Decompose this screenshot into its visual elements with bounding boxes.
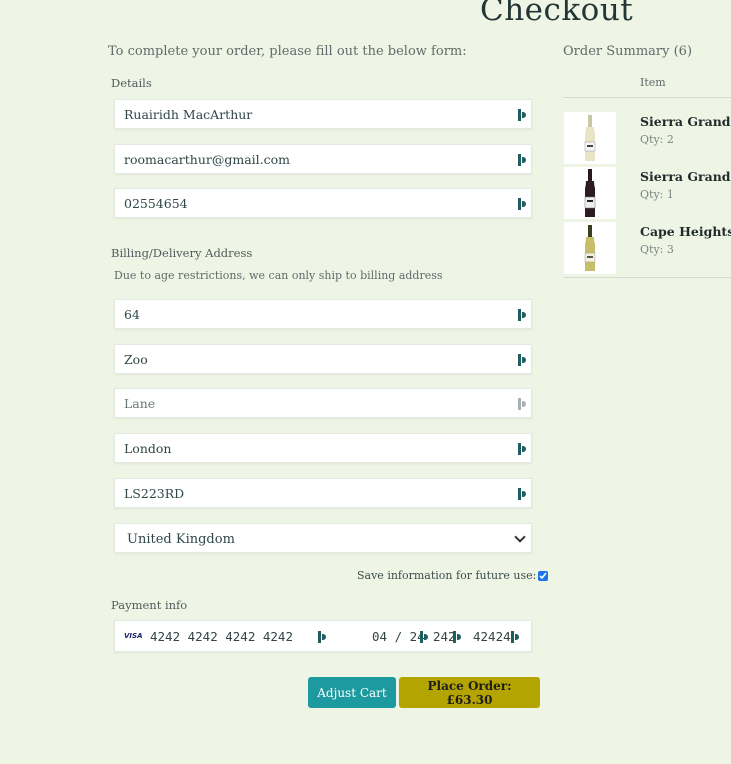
password-manager-icon[interactable] <box>453 631 462 643</box>
product-thumbnail[interactable] <box>564 222 616 274</box>
order-summary-title: Order Summary (6) <box>563 44 693 59</box>
save-info-label: Save information for future use: <box>357 569 537 582</box>
form-intro: To complete your order, please fill out … <box>108 44 467 59</box>
visa-card-icon: VISA <box>124 632 143 640</box>
payment-label: Payment info <box>111 598 188 612</box>
password-manager-icon[interactable] <box>518 488 527 500</box>
street-address-1-field[interactable] <box>114 299 532 329</box>
red-wine-bottle-icon <box>584 169 596 217</box>
city-input[interactable] <box>124 434 504 462</box>
password-manager-icon[interactable] <box>518 398 527 410</box>
summary-divider-top <box>563 97 731 98</box>
product-thumbnail[interactable] <box>564 167 616 219</box>
email-field[interactable] <box>114 144 532 174</box>
place-order-button[interactable]: Place Order: £63.30 <box>399 677 540 708</box>
street-address-1-input[interactable] <box>124 300 504 328</box>
street-address-2-field[interactable] <box>114 344 532 374</box>
password-manager-icon[interactable] <box>318 631 327 643</box>
country-select-field[interactable]: United Kingdom <box>114 523 532 553</box>
password-manager-icon[interactable] <box>518 154 527 166</box>
save-info-row[interactable]: Save information for future use: <box>357 569 549 582</box>
password-manager-icon[interactable] <box>518 309 527 321</box>
address-note: Due to age restrictions, we can only shi… <box>114 269 443 282</box>
address-label: Billing/Delivery Address <box>111 246 253 260</box>
password-manager-icon[interactable] <box>518 354 527 366</box>
summary-item-qty: Qty: 1 <box>640 188 674 201</box>
phone-input[interactable] <box>124 189 504 217</box>
password-manager-icon[interactable] <box>420 631 429 643</box>
save-info-checkbox[interactable] <box>538 570 549 581</box>
postcode-input[interactable] <box>124 479 504 507</box>
password-manager-icon[interactable] <box>518 443 527 455</box>
county-field[interactable] <box>114 388 532 418</box>
summary-item-name[interactable]: Sierra Grande, <box>640 169 731 184</box>
password-manager-icon[interactable] <box>518 109 527 121</box>
adjust-cart-button[interactable]: Adjust Cart <box>308 677 396 708</box>
summary-item-name[interactable]: Sierra Grande, <box>640 114 731 129</box>
email-input[interactable] <box>124 145 504 173</box>
card-number-input[interactable]: 4242 4242 4242 4242 <box>150 629 293 644</box>
city-field[interactable] <box>114 433 532 463</box>
phone-field[interactable] <box>114 188 532 218</box>
password-manager-icon[interactable] <box>511 631 520 643</box>
white-wine-bottle-icon <box>584 225 596 271</box>
full-name-field[interactable] <box>114 99 532 129</box>
summary-divider-bottom <box>563 277 731 278</box>
street-address-2-input[interactable] <box>124 345 504 373</box>
product-thumbnail[interactable] <box>564 112 616 164</box>
county-input[interactable] <box>124 389 504 417</box>
details-label: Details <box>111 76 152 90</box>
summary-column-item: Item <box>640 76 666 89</box>
country-select[interactable]: United Kingdom <box>124 525 529 553</box>
card-zip-input[interactable]: 42424 <box>473 629 511 644</box>
summary-item-name[interactable]: Cape Heights <box>640 224 731 239</box>
white-wine-bottle-icon <box>584 115 596 161</box>
full-name-input[interactable] <box>124 100 504 128</box>
summary-item-qty: Qty: 2 <box>640 133 674 146</box>
postcode-field[interactable] <box>114 478 532 508</box>
card-element[interactable]: VISA 4242 4242 4242 4242 04 / 24 242 424… <box>114 620 532 652</box>
password-manager-icon[interactable] <box>518 198 527 210</box>
page-title: Checkout <box>480 0 634 28</box>
card-expiry-input[interactable]: 04 / 24 <box>372 629 425 644</box>
summary-item-qty: Qty: 3 <box>640 243 674 256</box>
